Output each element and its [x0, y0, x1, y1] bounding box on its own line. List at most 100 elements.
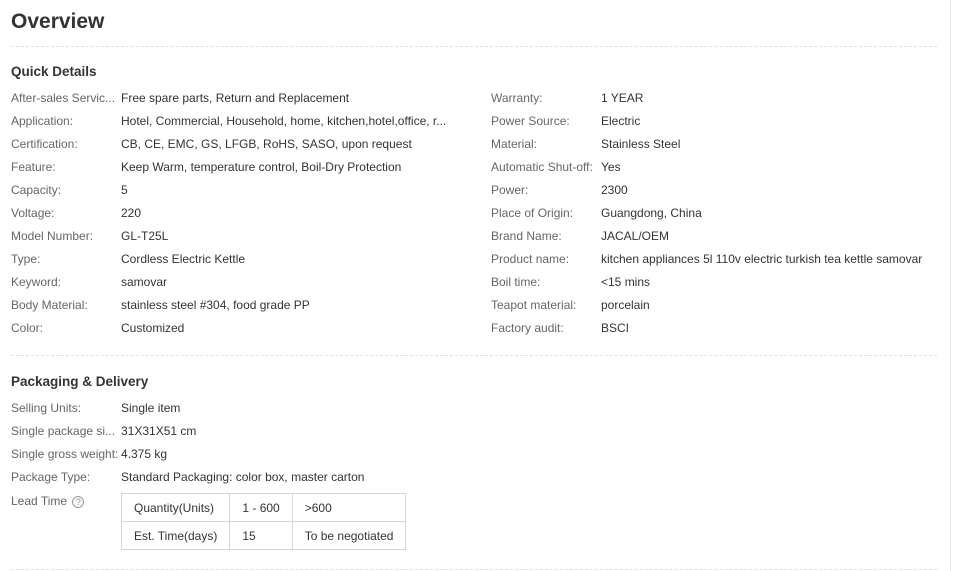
detail-label: Certification: — [11, 137, 78, 151]
packaging-details: Selling Units: Single item Single package … — [11, 401, 471, 493]
detail-label: Single gross weight: — [11, 447, 119, 461]
detail-label: Brand Name: — [491, 229, 562, 243]
detail-label: Product name: — [491, 252, 570, 266]
detail-value: JACAL/OEM — [601, 229, 670, 243]
detail-value: 1 YEAR — [601, 91, 644, 105]
detail-row: Color: Customized — [11, 321, 471, 344]
detail-value: 4.375 kg — [121, 447, 168, 461]
detail-value: 220 — [121, 206, 142, 220]
detail-label: Selling Units: — [11, 401, 82, 415]
quick-details-left-column: After-sales Servic... Free spare parts, R… — [11, 91, 471, 344]
section-divider — [11, 569, 937, 570]
page-title: Overview — [11, 10, 105, 33]
detail-row: Single gross weight: 4.375 kg — [11, 447, 471, 470]
detail-row: After-sales Servic... Free spare parts, R… — [11, 91, 471, 114]
detail-row: Power: 2300 — [491, 183, 946, 206]
detail-row: Body Material: stainless steel #304, food… — [11, 298, 471, 321]
detail-row: Application: Hotel, Commercial, Household… — [11, 114, 471, 137]
section-divider — [11, 355, 937, 356]
detail-label: Power Source: — [491, 114, 570, 128]
detail-label: Place of Origin: — [491, 206, 574, 220]
detail-value: porcelain — [601, 298, 650, 312]
detail-value: Electric — [601, 114, 641, 128]
detail-row: Brand Name: JACAL/OEM — [491, 229, 946, 252]
quick-details-heading: Quick Details — [11, 64, 97, 79]
detail-label: Factory audit: — [491, 321, 564, 335]
detail-value: CB, CE, EMC, GS, LFGB, RoHS, SASO, upon … — [121, 137, 412, 151]
detail-label: Teapot material: — [491, 298, 577, 312]
help-icon[interactable]: ? — [72, 495, 85, 508]
detail-row: Teapot material: porcelain — [491, 298, 946, 321]
detail-value: <15 mins — [601, 275, 651, 289]
detail-label: Voltage: — [11, 206, 55, 220]
lead-table-row: Quantity(Units) 1 - 600 >600 — [120, 493, 407, 522]
detail-row: Single package si... 31X31X51 cm — [11, 424, 471, 447]
detail-row: Boil time: <15 mins — [491, 275, 946, 298]
detail-row: Package Type: Standard Packaging: color b… — [11, 470, 471, 493]
detail-label: Package Type: — [11, 470, 91, 484]
detail-row: Type: Cordless Electric Kettle — [11, 252, 471, 275]
quick-details-right-column: Warranty: 1 YEAR Power Source: Electric Mate… — [491, 91, 946, 344]
detail-label: Material: — [491, 137, 538, 151]
detail-label: Application: — [11, 114, 74, 128]
detail-row: Material: Stainless Steel — [491, 137, 946, 160]
detail-label: Automatic Shut-off: — [491, 160, 593, 174]
detail-value: samovar — [121, 275, 168, 289]
detail-value: stainless steel #304, food grade PP — [121, 298, 310, 312]
lead-table-cell: >600 — [291, 493, 407, 522]
lead-table-cell: 1 - 600 — [229, 493, 293, 522]
lead-table-cell: To be negotiated — [291, 521, 407, 550]
detail-value: 2300 — [601, 183, 628, 197]
detail-row: Capacity: 5 — [11, 183, 471, 206]
detail-value: Free spare parts, Return and Replacement — [121, 91, 350, 105]
lead-time-label-text: Lead Time — [11, 494, 68, 508]
detail-value: Stainless Steel — [601, 137, 681, 151]
detail-label: Type: — [11, 252, 41, 266]
detail-label: Capacity: — [11, 183, 62, 197]
detail-row: Power Source: Electric — [491, 114, 946, 137]
detail-value: Yes — [601, 160, 621, 174]
lead-table-cell: 15 — [229, 521, 293, 550]
right-border — [950, 0, 951, 571]
detail-label: Model Number: — [11, 229, 94, 243]
detail-row: Automatic Shut-off: Yes — [491, 160, 946, 183]
lead-time-label: Lead Time ? — [11, 494, 121, 508]
detail-label: Color: — [11, 321, 44, 335]
detail-label: Keyword: — [11, 275, 62, 289]
detail-label: Power: — [491, 183, 529, 197]
detail-label: Body Material: — [11, 298, 88, 312]
detail-label: Warranty: — [491, 91, 543, 105]
detail-value: GL-T25L — [121, 229, 169, 243]
lead-time-table: Quantity(Units) 1 - 600 >600 Est. Time(days… — [120, 493, 407, 550]
lead-time-row: Lead Time ? — [11, 494, 121, 517]
detail-row: Selling Units: Single item — [11, 401, 471, 424]
detail-row: Product name: kitchen appliances 5l 110v … — [491, 252, 946, 275]
detail-value: kitchen appliances 5l 110v electric turk… — [601, 252, 923, 266]
lead-table-cell: Quantity(Units) — [120, 493, 231, 522]
detail-value: Customized — [121, 321, 185, 335]
detail-row: Model Number: GL-T25L — [11, 229, 471, 252]
detail-label: Boil time: — [491, 275, 541, 289]
detail-row: Factory audit: BSCI — [491, 321, 946, 344]
packaging-heading: Packaging & Delivery — [11, 374, 149, 389]
detail-value: 31X31X51 cm — [121, 424, 197, 438]
detail-row: Certification: CB, CE, EMC, GS, LFGB, RoH… — [11, 137, 471, 160]
detail-row: Warranty: 1 YEAR — [491, 91, 946, 114]
lead-table-row: Est. Time(days) 15 To be negotiated — [120, 521, 407, 550]
detail-value: Single item — [121, 401, 181, 415]
detail-value: Cordless Electric Kettle — [121, 252, 246, 266]
detail-value: Keep Warm, temperature control, Boil-Dry… — [121, 160, 402, 174]
section-divider — [11, 46, 937, 47]
detail-row: Keyword: samovar — [11, 275, 471, 298]
detail-value: Guangdong, China — [601, 206, 702, 220]
detail-value: 5 — [121, 183, 128, 197]
detail-row: Voltage: 220 — [11, 206, 471, 229]
detail-row: Feature: Keep Warm, temperature control, … — [11, 160, 471, 183]
detail-value: Hotel, Commercial, Household, home, kitc… — [121, 114, 447, 128]
detail-row: Place of Origin: Guangdong, China — [491, 206, 946, 229]
detail-label: Single package si... — [11, 424, 116, 438]
detail-value: BSCI — [601, 321, 630, 335]
detail-label: Feature: — [11, 160, 56, 174]
detail-value: Standard Packaging: color box, master ca… — [121, 470, 365, 484]
lead-table-cell: Est. Time(days) — [120, 521, 231, 550]
